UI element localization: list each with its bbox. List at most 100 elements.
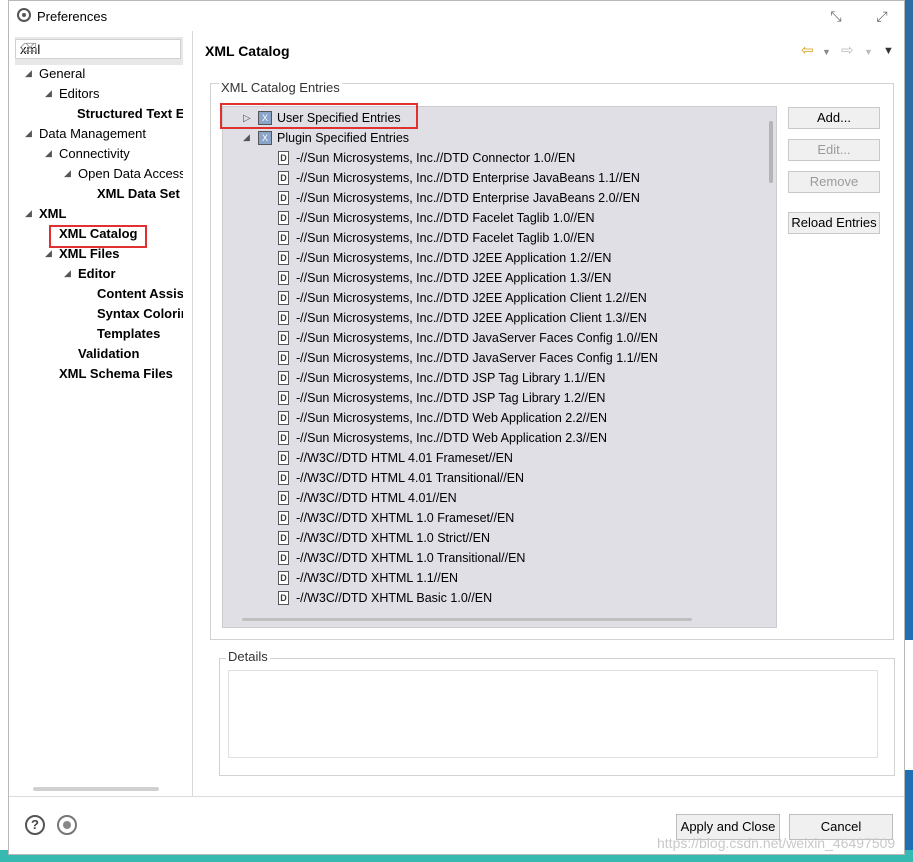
dtd-file-icon: D [278,211,289,225]
view-menu-icon[interactable]: ▼ [883,45,894,57]
back-arrow-icon[interactable]: ⇦ [801,41,814,59]
tree-item-data-management[interactable]: Data Management [39,125,146,143]
catalog-entry[interactable]: -//W3C//DTD HTML 4.01//EN [296,488,457,508]
catalog-entry[interactable]: -//Sun Microsystems, Inc.//DTD JSP Tag L… [296,368,605,388]
tree-item-connectivity[interactable]: Connectivity [59,145,130,163]
eclipse-app-icon [17,8,31,22]
category-plugin-specified-entries[interactable]: Plugin Specified Entries [277,128,409,148]
catalog-entry[interactable]: -//W3C//DTD XHTML 1.0 Strict//EN [296,528,490,548]
catalog-entry[interactable]: -//W3C//DTD XHTML 1.0 Transitional//EN [296,548,525,568]
tree-item-xml-data-set[interactable]: XML Data Set [97,185,180,203]
dtd-file-icon: D [278,191,289,205]
tree-item-content-assist[interactable]: Content Assis [97,285,183,303]
dtd-file-icon: D [278,531,289,545]
catalog-entry[interactable]: -//Sun Microsystems, Inc.//DTD J2EE Appl… [296,288,647,308]
dtd-file-icon: D [278,491,289,505]
catalog-entry[interactable]: -//Sun Microsystems, Inc.//DTD Web Appli… [296,428,607,448]
minimize-icon[interactable]: ⤡ [827,7,845,25]
dtd-file-icon: D [278,431,289,445]
preferences-dialog: Preferences ⤡ ⤢ xml ⌫ ◢ General ◢ Editor… [8,0,905,855]
window-title: Preferences [37,9,108,24]
catalog-entry[interactable]: -//Sun Microsystems, Inc.//DTD Facelet T… [296,208,594,228]
catalog-category-icon: X [258,131,272,145]
dtd-file-icon: D [278,571,289,585]
catalog-entry[interactable]: -//W3C//DTD XHTML Basic 1.0//EN [296,588,492,608]
catalog-entry[interactable]: -//Sun Microsystems, Inc.//DTD J2EE Appl… [296,308,647,328]
edit-button[interactable]: Edit... [788,139,880,161]
dtd-file-icon: D [278,391,289,405]
catalog-entry[interactable]: -//Sun Microsystems, Inc.//DTD Web Appli… [296,408,607,428]
dtd-file-icon: D [278,551,289,565]
left-horizontal-scrollbar[interactable] [33,787,159,791]
dtd-file-icon: D [278,271,289,285]
tree-item-editor[interactable]: Editor [78,265,116,283]
catalog-entry[interactable]: -//Sun Microsystems, Inc.//DTD Enterpris… [296,188,640,208]
filter-input[interactable]: xml ⌫ [15,39,181,59]
tree-item-syntax-coloring[interactable]: Syntax Colorin [97,305,183,323]
dtd-file-icon: D [278,171,289,185]
add-button[interactable]: Add... [788,107,880,129]
catalog-entry[interactable]: -//Sun Microsystems, Inc.//DTD Enterpris… [296,168,640,188]
tree-item-xml-schema-files[interactable]: XML Schema Files [59,365,173,383]
clear-filter-icon[interactable]: ⌫ [20,41,176,55]
maximize-icon[interactable]: ⤢ [873,7,891,25]
catalog-entry[interactable]: -//W3C//DTD HTML 4.01 Transitional//EN [296,468,524,488]
dtd-file-icon: D [278,591,289,605]
catalog-entries-group-label: XML Catalog Entries [219,80,342,95]
catalog-entry[interactable]: -//Sun Microsystems, Inc.//DTD JavaServe… [296,348,658,368]
catalog-entries-tree[interactable]: ▷ X User Specified Entries ◢ X Plugin Sp… [222,106,777,628]
title-bar[interactable]: Preferences ⤡ ⤢ [9,1,904,31]
highlight-box-user-specified-entries [220,103,418,129]
catalog-entry[interactable]: -//W3C//DTD HTML 4.01 Frameset//EN [296,448,513,468]
tree-item-general[interactable]: General [39,65,85,83]
dtd-file-icon: D [278,511,289,525]
collapse-arrow-icon[interactable]: ◢ [25,128,32,139]
collapse-arrow-icon[interactable]: ◢ [45,88,52,99]
catalog-entry[interactable]: -//Sun Microsystems, Inc.//DTD J2EE Appl… [296,268,611,288]
dtd-file-icon: D [278,151,289,165]
catalog-entry[interactable]: -//W3C//DTD XHTML 1.1//EN [296,568,458,588]
preference-tree: ◢ General ◢ Editors Structured Text E ◢ … [15,65,183,779]
tree-item-open-data-access[interactable]: Open Data Access [78,165,183,183]
catalog-entry[interactable]: -//Sun Microsystems, Inc.//DTD Facelet T… [296,228,594,248]
tree-item-templates[interactable]: Templates [97,325,160,343]
tree-item-editors[interactable]: Editors [59,85,99,103]
collapse-arrow-icon[interactable]: ◢ [45,248,52,259]
back-dropdown-icon[interactable]: ▼ [822,47,831,57]
dtd-file-icon: D [278,331,289,345]
collapse-arrow-icon[interactable]: ◢ [64,168,71,179]
highlight-box-xml-catalog [49,225,147,248]
help-icon[interactable]: ? [25,815,45,835]
dtd-file-icon: D [278,291,289,305]
dtd-file-icon: D [278,471,289,485]
catalog-horizontal-scrollbar[interactable] [242,618,692,621]
dtd-file-icon: D [278,351,289,365]
collapse-arrow-icon[interactable]: ◢ [25,208,32,219]
collapse-arrow-icon[interactable]: ◢ [64,268,71,279]
catalog-entry[interactable]: -//Sun Microsystems, Inc.//DTD Connector… [296,148,575,168]
watermark-text: https://blog.csdn.net/weixin_46497509 [657,835,896,851]
dtd-file-icon: D [278,231,289,245]
details-text-area[interactable] [228,670,878,758]
collapse-arrow-icon[interactable]: ◢ [45,148,52,159]
reload-entries-button[interactable]: Reload Entries [788,212,880,234]
collapse-arrow-icon[interactable]: ◢ [243,132,250,143]
dtd-file-icon: D [278,311,289,325]
collapse-arrow-icon[interactable]: ◢ [25,68,32,79]
tree-item-validation[interactable]: Validation [78,345,139,363]
page-title: XML Catalog [205,43,290,59]
tree-item-structured-text-editors[interactable]: Structured Text E [77,105,183,123]
catalog-entry[interactable]: -//Sun Microsystems, Inc.//DTD J2EE Appl… [296,248,611,268]
dtd-file-icon: D [278,251,289,265]
catalog-vertical-scrollbar[interactable] [769,121,773,183]
dtd-file-icon: D [278,371,289,385]
panel-divider[interactable] [192,31,193,796]
record-preferences-icon[interactable] [57,815,77,835]
catalog-entry[interactable]: -//Sun Microsystems, Inc.//DTD JavaServe… [296,328,658,348]
forward-dropdown-icon[interactable]: ▼ [864,47,873,57]
remove-button[interactable]: Remove [788,171,880,193]
catalog-entry[interactable]: -//W3C//DTD XHTML 1.0 Frameset//EN [296,508,514,528]
catalog-entry[interactable]: -//Sun Microsystems, Inc.//DTD JSP Tag L… [296,388,605,408]
forward-arrow-icon[interactable]: ⇨ [841,41,854,59]
tree-item-xml[interactable]: XML [39,205,66,223]
